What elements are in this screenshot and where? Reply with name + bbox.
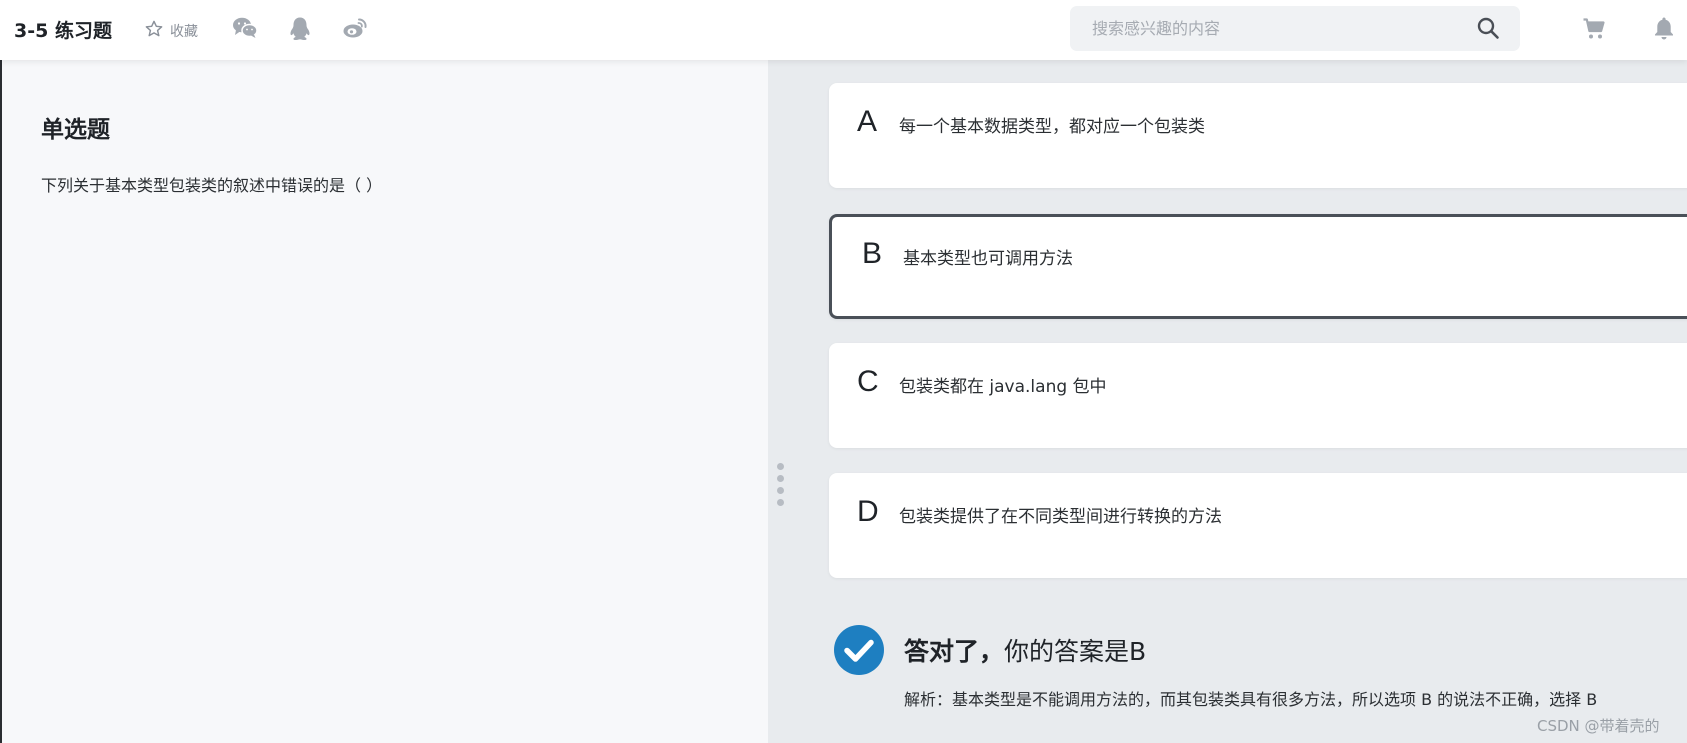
option-a[interactable]: A 每一个基本数据类型，都对应一个包装类 [829, 83, 1687, 188]
option-text: 包装类提供了在不同类型间进行转换的方法 [899, 507, 1222, 527]
search-input[interactable] [1070, 6, 1472, 51]
weibo-icon[interactable] [342, 16, 368, 44]
option-text: 基本类型也可调用方法 [903, 249, 1073, 269]
answer-text: 你的答案是B [1004, 637, 1147, 666]
result-title: 答对了，你的答案是B [904, 632, 1146, 668]
question-type: 单选题 [41, 117, 110, 143]
star-icon [144, 19, 164, 43]
search-icon[interactable] [1476, 16, 1500, 44]
bell-icon[interactable] [1652, 15, 1676, 45]
favorite-button[interactable]: 收藏 [144, 19, 198, 43]
wechat-icon[interactable] [232, 16, 258, 44]
check-circle-icon [834, 625, 884, 679]
search-box [1070, 6, 1520, 51]
top-header: 3-5 练习题 收藏 [0, 0, 1687, 60]
option-c[interactable]: C 包装类都在 java.lang 包中 [829, 343, 1687, 448]
favorite-label: 收藏 [170, 24, 198, 40]
page-title: 3-5 练习题 [14, 20, 112, 42]
option-d[interactable]: D 包装类提供了在不同类型间进行转换的方法 [829, 473, 1687, 578]
option-b[interactable]: B 基本类型也可调用方法 [829, 214, 1687, 319]
option-text: 每一个基本数据类型，都对应一个包装类 [899, 117, 1205, 137]
option-text: 包装类都在 java.lang 包中 [899, 377, 1107, 397]
question-pane: 单选题 下列关于基本类型包装类的叙述中错误的是（ ） [0, 60, 768, 743]
option-letter: D [857, 495, 879, 528]
option-letter: B [862, 237, 883, 270]
watermark: CSDN @带着壳的 [1537, 717, 1660, 735]
question-text: 下列关于基本类型包装类的叙述中错误的是（ ） [41, 176, 383, 195]
analysis-text: 解析：基本类型是不能调用方法的，而其包装类具有很多方法，所以选项 B 的说法不正… [904, 690, 1598, 709]
qq-icon[interactable] [288, 16, 312, 46]
option-letter: A [857, 105, 878, 138]
option-letter: C [857, 365, 879, 398]
correct-label: 答对了， [904, 637, 1005, 666]
cart-icon[interactable] [1582, 17, 1606, 45]
pane-resize-handle[interactable] [774, 463, 786, 513]
